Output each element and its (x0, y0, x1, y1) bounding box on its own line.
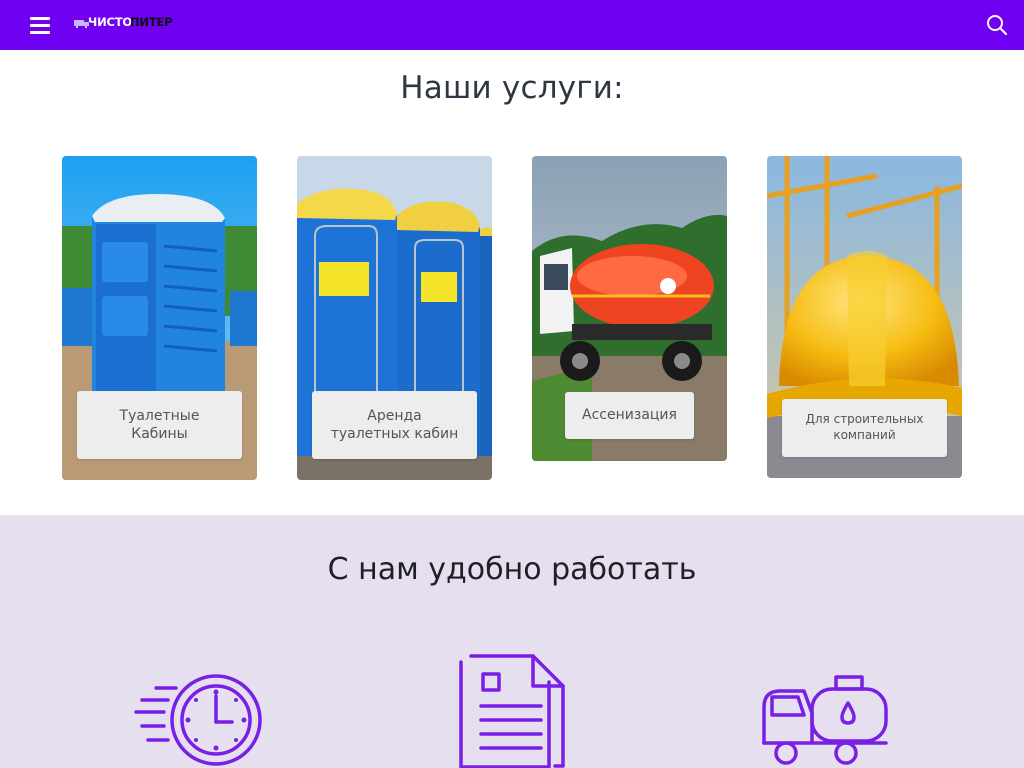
benefits-section: С нам удобно работать (0, 515, 1024, 768)
service-card-label: Ассенизация (565, 392, 694, 439)
services-section: Наши услуги: Туалетные Кабины Аренда туа… (0, 50, 1024, 515)
service-card-label: Для строительных компаний (782, 399, 947, 457)
logo-text-primary: ЧИСТО (88, 15, 132, 29)
fast-clock-icon (134, 674, 262, 766)
service-card-sewage[interactable]: Ассенизация (532, 156, 727, 461)
benefits-title: С нам удобно работать (327, 552, 697, 587)
search-icon[interactable] (986, 14, 1008, 36)
services-title: Наши услуги: (400, 70, 624, 106)
hamburger-menu-icon[interactable] (28, 14, 52, 36)
document-icon (459, 654, 565, 768)
site-logo[interactable]: ЧИСТО ПИТЕР (74, 13, 178, 35)
service-card-rental[interactable]: Аренда туалетных кабин (297, 156, 492, 480)
service-card-construction[interactable]: Для строительных компаний (767, 156, 962, 478)
tanker-truck-icon (762, 675, 888, 765)
service-card-label: Аренда туалетных кабин (312, 391, 477, 459)
service-card-label: Туалетные Кабины (77, 391, 242, 459)
header-bar: ЧИСТО ПИТЕР (0, 0, 1024, 50)
logo-text-secondary: ПИТЕР (130, 15, 173, 29)
service-card-toilet-cabins[interactable]: Туалетные Кабины (62, 156, 257, 480)
